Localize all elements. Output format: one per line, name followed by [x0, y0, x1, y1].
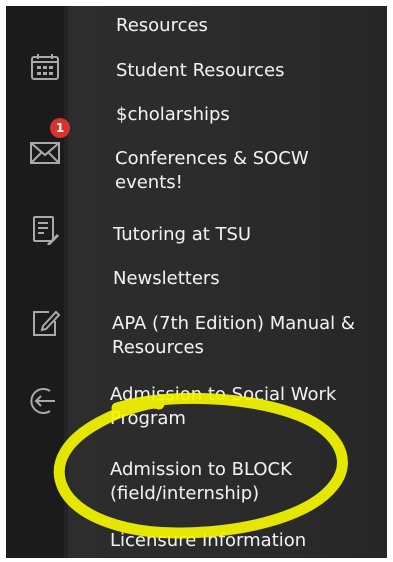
- menu-item-label-line: APA (7th Edition) Manual &: [112, 313, 355, 334]
- menu-item-apa-manual[interactable]: APA (7th Edition) Manual & Resources: [112, 312, 355, 360]
- menu-item-admission-block[interactable]: Admission to BLOCK (field/internship): [110, 458, 292, 506]
- menu-item-newsletters[interactable]: Newsletters: [113, 267, 220, 291]
- menu-item-tutoring[interactable]: Tutoring at TSU: [113, 223, 251, 247]
- document-icon[interactable]: [28, 213, 62, 247]
- course-menu: Resources Student Resources $cholarships…: [68, 6, 387, 558]
- edit-icon[interactable]: [28, 306, 62, 340]
- mail-icon[interactable]: [28, 136, 62, 170]
- icon-rail: 1: [6, 6, 70, 558]
- calendar-icon[interactable]: [28, 50, 62, 84]
- menu-item-label-line: Program: [110, 408, 186, 429]
- menu-item-label-line: events!: [115, 172, 183, 193]
- notification-badge: 1: [50, 118, 70, 138]
- menu-item-label-line: Admission to Social Work: [110, 384, 337, 405]
- menu-item-licensure[interactable]: Licensure Information: [110, 529, 306, 553]
- menu-item-scholarships[interactable]: $cholarships: [116, 103, 230, 127]
- menu-item-student-resources[interactable]: Student Resources: [116, 59, 285, 83]
- menu-item-label-line: Conferences & SOCW: [115, 148, 309, 169]
- menu-item-resources-partial[interactable]: Resources: [116, 14, 208, 38]
- menu-item-label-line: (field/internship): [110, 483, 260, 504]
- menu-item-label-line: Resources: [112, 337, 204, 358]
- app-screen: 1 Resources Student Resources $cholarshi…: [6, 6, 387, 558]
- menu-item-conferences[interactable]: Conferences & SOCW events!: [115, 147, 309, 195]
- menu-item-admission-social-work[interactable]: Admission to Social Work Program: [110, 383, 336, 431]
- menu-item-label-line: Admission to BLOCK: [110, 459, 292, 480]
- sign-out-icon[interactable]: [28, 384, 62, 418]
